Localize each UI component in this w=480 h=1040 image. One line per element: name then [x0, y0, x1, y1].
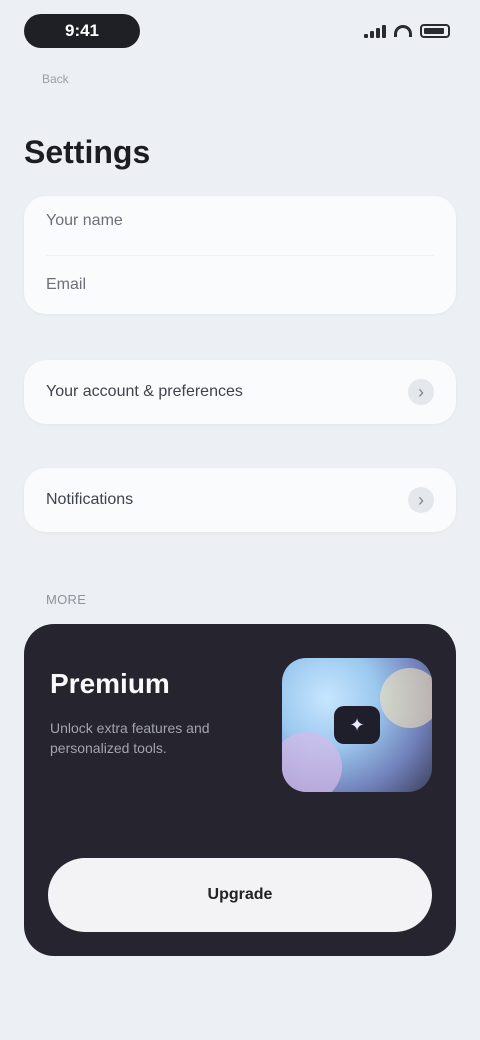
wifi-icon [394, 25, 412, 37]
settings-row-notifications[interactable]: Notifications › [24, 468, 456, 532]
status-icons [364, 24, 450, 38]
upgrade-button[interactable]: Upgrade [48, 858, 432, 932]
chevron-right-icon: › [408, 487, 434, 513]
divider [46, 255, 434, 256]
promo-card: Premium Unlock extra features and person… [24, 624, 456, 956]
settings-row[interactable]: Notifications › [24, 468, 456, 532]
chevron-right-icon: › [408, 379, 434, 405]
settings-row-label: Notifications [46, 491, 134, 508]
art-blob [282, 732, 342, 792]
promo-title: Premium [50, 668, 170, 699]
settings-row-label: Your account & preferences [46, 383, 243, 400]
settings-row-account[interactable]: Your account & preferences › [24, 360, 456, 424]
status-time: 9:41 [24, 14, 140, 48]
back-link[interactable]: Back [42, 72, 69, 86]
sparkle-icon: ✦ [334, 706, 380, 744]
art-blob [380, 668, 432, 728]
sparkle-art-icon: ✦ [282, 658, 432, 792]
signal-icon [364, 24, 386, 38]
settings-row[interactable]: Your account & preferences › [24, 360, 456, 424]
battery-icon [420, 24, 450, 38]
page-title: Settings [24, 134, 151, 170]
status-bar: 9:41 [0, 0, 480, 64]
section-header: MORE [46, 592, 87, 607]
promo-description: Unlock extra features and personalized t… [50, 720, 210, 756]
profile-name[interactable]: Your name [46, 212, 123, 230]
profile-email[interactable]: Email [46, 276, 86, 294]
